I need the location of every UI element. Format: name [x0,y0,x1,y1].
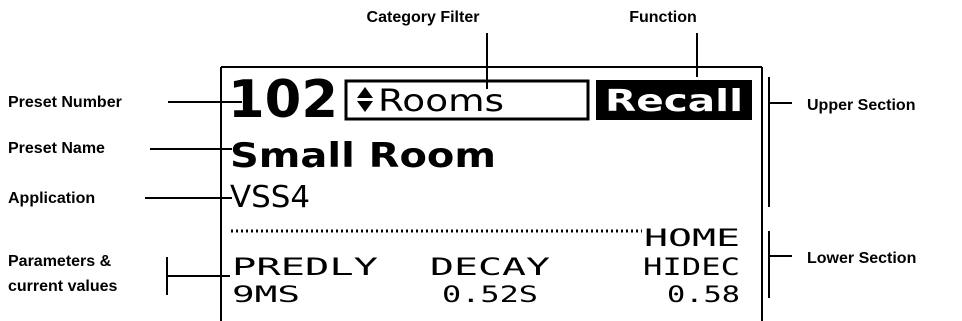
callout-lower-section: Lower Section [807,250,916,267]
preset-name: Small Room [230,136,496,176]
param-name-2: DECAY [430,253,551,281]
callout-category-filter: Category Filter [367,9,480,26]
up-down-arrows-icon [357,87,373,112]
category-filter-value: Rooms [378,84,504,119]
callout-upper-section: Upper Section [807,97,915,114]
preset-number: 102 [228,70,338,130]
function-label: Recall [605,84,743,119]
lcd-diagram: 102 Rooms Recall Small Room VSS4 HOME PR… [8,9,916,321]
param-name-3: HIDEC [643,253,740,281]
param-value-1: 9MS [232,283,300,308]
callout-application: Application [8,190,95,207]
callout-preset-number: Preset Number [8,94,122,111]
callout-function: Function [629,9,697,26]
page-label: HOME [644,224,740,252]
application-name: VSS4 [230,180,310,215]
callout-preset-name: Preset Name [8,140,105,157]
callout-parameters-line1: Parameters & [8,253,112,270]
param-value-3: 0.58 [667,283,740,308]
param-name-1: PREDLY [232,253,379,281]
param-value-2: 0.52S [442,283,538,308]
callout-parameters-line2: current values [8,278,117,295]
